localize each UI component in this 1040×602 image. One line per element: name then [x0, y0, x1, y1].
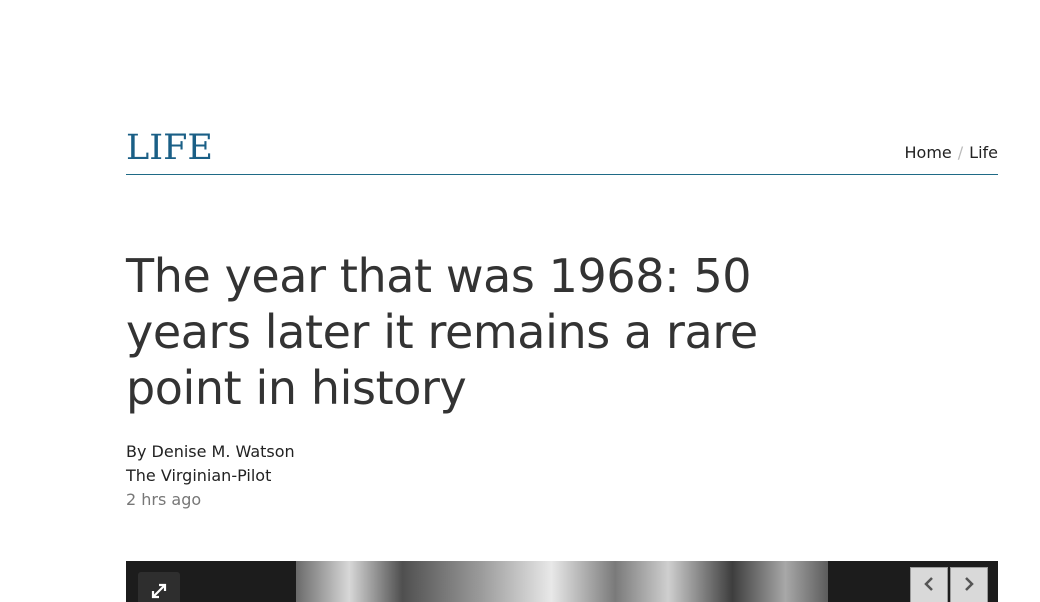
- article-byline: By Denise M. Watson The Virginian-Pilot …: [126, 440, 295, 512]
- publication-name: The Virginian-Pilot: [126, 466, 272, 485]
- breadcrumb: Home / Life: [905, 143, 998, 163]
- chevron-left-icon: [922, 575, 936, 597]
- photo-gallery[interactable]: [126, 561, 998, 602]
- breadcrumb-life-link[interactable]: Life: [969, 143, 998, 163]
- breadcrumb-home-link[interactable]: Home: [905, 143, 952, 163]
- chevron-right-icon: [962, 575, 976, 597]
- gallery-next-button[interactable]: [950, 567, 988, 602]
- expand-button[interactable]: [138, 572, 180, 602]
- expand-icon: [149, 581, 169, 602]
- section-title[interactable]: LIFE: [126, 127, 213, 169]
- gallery-prev-button[interactable]: [910, 567, 948, 602]
- author-name: By Denise M. Watson: [126, 442, 295, 461]
- breadcrumb-separator: /: [957, 143, 964, 162]
- section-header: LIFE Home / Life: [126, 120, 998, 175]
- article-headline: The year that was 1968: 50 years later i…: [126, 249, 758, 415]
- gallery-photo[interactable]: [296, 561, 828, 602]
- publish-timestamp: 2 hrs ago: [126, 490, 202, 509]
